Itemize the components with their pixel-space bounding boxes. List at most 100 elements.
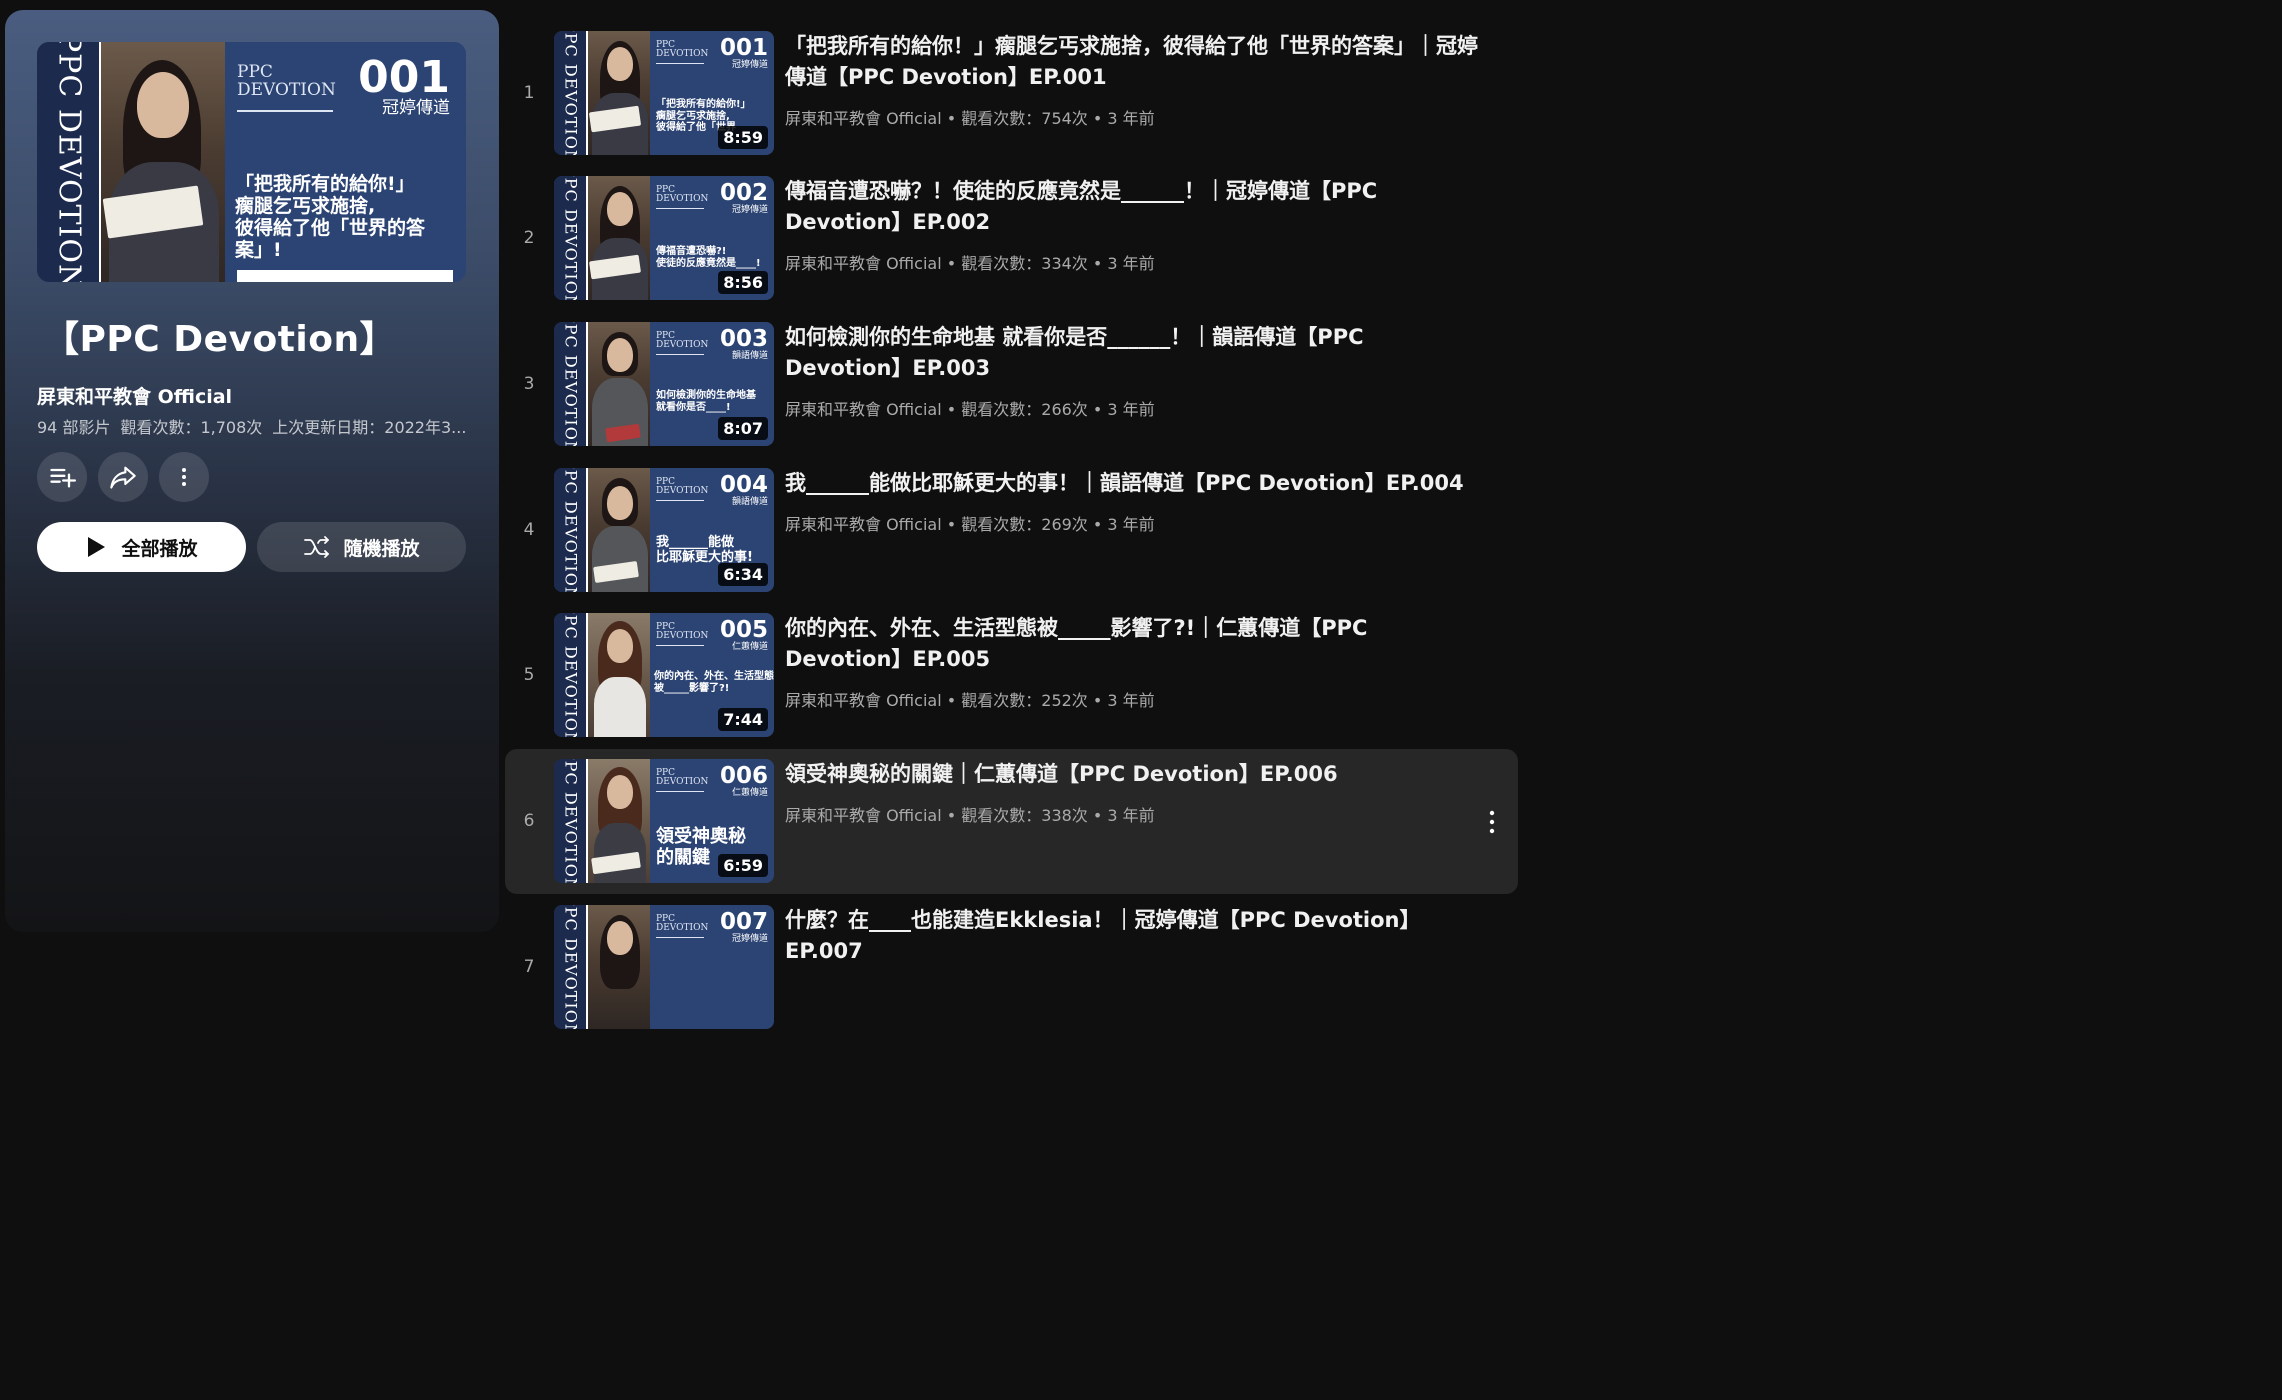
thumbnail-caption: 「把我所有的給你!」 瘸腿乞丐求施捨, 彼得給了他「世界的答案」!	[235, 173, 426, 261]
thumbnail-episode-number: 002	[719, 180, 768, 206]
video-title[interactable]: 你的內在、外在、生活型態被_____影響了?!｜仁蕙傳道【PPC Devotio…	[785, 613, 1485, 675]
video-stats: 觀看次數：338次 • 3 年前	[961, 806, 1155, 825]
save-playlist-button[interactable]	[37, 452, 87, 502]
video-duration: 8:56	[718, 271, 768, 294]
video-channel[interactable]: 屏東和平教會 Official	[785, 691, 942, 710]
thumbnail-stripe-text: PPC DEVOTION	[561, 759, 581, 883]
thumbnail-host-photo	[588, 31, 650, 155]
video-list-item[interactable]: 4 PPC DEVOTION PPC DEVOTION 004 韻語傳道 我__…	[505, 468, 1518, 613]
play-icon	[88, 537, 106, 557]
video-list-item[interactable]: 5 PPC DEVOTION PPC DEVOTION 005 仁蕙傳道 你的內…	[505, 613, 1518, 758]
thumbnail-side-stripe: PPC DEVOTION	[37, 42, 101, 282]
video-duration: 6:34	[718, 563, 768, 586]
thumbnail-episode-number: 003	[719, 326, 768, 352]
thumbnail-stripe-text: PPC DEVOTION	[561, 176, 581, 300]
playlist-thumbnail[interactable]: PPC DEVOTION PPC DEVOTION 001 冠婷傳道 「把我所有…	[37, 42, 466, 282]
play-all-label: 全部播放	[121, 537, 198, 560]
video-list-item-selected[interactable]: 6 PPC DEVOTION PPC DEVOTION 006 仁蕙傳道 領受神…	[505, 749, 1518, 894]
thumbnail-stripe-text: PPC DEVOTION	[561, 613, 581, 737]
play-all-button[interactable]: 全部播放	[37, 522, 246, 572]
thumbnail-episode-number: 001	[358, 52, 450, 103]
video-metadata: 屏東和平教會 Official • 觀看次數：754次 • 3 年前	[785, 109, 1155, 128]
thumbnail-episode-number: 005	[719, 617, 768, 643]
playlist-video-list: 1 PPC DEVOTION PPC DEVOTION 001 冠婷傳道 「把我…	[505, 0, 1568, 1029]
video-title[interactable]: 領受神奧秘的關鍵｜仁蕙傳道【PPC Devotion】EP.006	[785, 759, 1485, 790]
video-list-item[interactable]: 2 PPC DEVOTION PPC DEVOTION 002 冠婷傳道 傳福音…	[505, 176, 1518, 321]
video-channel[interactable]: 屏東和平教會 Official	[785, 109, 942, 128]
video-duration: 8:59	[718, 126, 768, 149]
thumbnail-host-photo	[588, 613, 650, 737]
playlist-video-count: 94 部影片	[37, 418, 111, 437]
video-index: 3	[523, 374, 535, 394]
thumbnail-host-photo	[588, 905, 650, 1029]
video-title[interactable]: 什麼？在____也能建造Ekklesia！｜冠婷傳道【PPC Devotion】…	[785, 905, 1485, 967]
thumbnail-caption: 傳福音遭恐嚇?! 使徒的反應竟然是____!	[656, 246, 761, 269]
video-thumbnail[interactable]: PPC DEVOTION PPC DEVOTION 007 冠婷傳道	[554, 905, 774, 1029]
more-vert-icon	[1489, 810, 1495, 834]
video-thumbnail[interactable]: PPC DEVOTION PPC DEVOTION 004 韻語傳道 我____…	[554, 468, 774, 592]
video-duration: 8:07	[718, 417, 768, 440]
video-thumbnail[interactable]: PPC DEVOTION PPC DEVOTION 001 冠婷傳道 「把我所有…	[554, 31, 774, 155]
video-title[interactable]: 如何檢測你的生命地基 就看你是否______！｜韻語傳道【PPC Devotio…	[785, 322, 1485, 384]
thumbnail-white-bar	[237, 270, 453, 282]
thumbnail-episode-number: 006	[719, 763, 768, 789]
shuffle-icon	[304, 536, 330, 558]
playlist-stats: 94 部影片 觀看次數：1,708次 上次更新日期：2022年3...	[37, 414, 467, 438]
thumbnail-host-name: 冠婷傳道	[382, 98, 450, 118]
video-index: 2	[523, 228, 535, 248]
video-index: 1	[523, 83, 535, 103]
thumbnail-host-photo	[588, 759, 650, 883]
video-list-item[interactable]: 3 PPC DEVOTION PPC DEVOTION 003 韻語傳道 如何檢…	[505, 322, 1518, 467]
video-stats: 觀看次數：334次 • 3 年前	[961, 254, 1155, 273]
playlist-header-panel: PPC DEVOTION PPC DEVOTION 001 冠婷傳道 「把我所有…	[5, 10, 499, 932]
thumbnail-episode-number: 004	[719, 472, 768, 498]
more-actions-button[interactable]	[159, 452, 209, 502]
video-metadata: 屏東和平教會 Official • 觀看次數：266次 • 3 年前	[785, 400, 1155, 419]
thumbnail-caption: 如何檢測你的生命地基 就看你是否____!	[656, 390, 756, 413]
thumbnail-stripe-text: PPC DEVOTION	[561, 905, 581, 1029]
share-icon	[110, 466, 136, 489]
thumbnail-caption: 我______能做 比耶穌更大的事!	[656, 535, 753, 565]
thumbnail-episode-number: 007	[719, 909, 768, 935]
video-list-item[interactable]: 1 PPC DEVOTION PPC DEVOTION 001 冠婷傳道 「把我…	[505, 31, 1518, 176]
thumbnail-host-photo	[588, 322, 650, 446]
video-metadata: 屏東和平教會 Official • 觀看次數：334次 • 3 年前	[785, 254, 1155, 273]
video-index: 7	[523, 957, 535, 977]
video-channel[interactable]: 屏東和平教會 Official	[785, 515, 942, 534]
video-index: 6	[523, 811, 535, 831]
thumbnail-stripe-text: PPC DEVOTION	[51, 42, 87, 282]
shuffle-button[interactable]: 隨機播放	[257, 522, 466, 572]
video-title[interactable]: 傳福音遭恐嚇？！使徒的反應竟然是______！｜冠婷傳道【PPC Devotio…	[785, 176, 1485, 238]
shuffle-label: 隨機播放	[343, 537, 420, 560]
thumbnail-stripe-text: PPC DEVOTION	[561, 31, 581, 155]
video-thumbnail[interactable]: PPC DEVOTION PPC DEVOTION 006 仁蕙傳道 領受神奧秘…	[554, 759, 774, 883]
add-to-queue-icon	[50, 468, 76, 488]
video-index: 4	[523, 520, 535, 540]
video-item-menu-button[interactable]	[1480, 807, 1504, 837]
video-channel[interactable]: 屏東和平教會 Official	[785, 806, 942, 825]
thumbnail-caption: 你的內在、外在、生活型態 被_____影響了?!	[654, 671, 774, 694]
video-channel[interactable]: 屏東和平教會 Official	[785, 400, 942, 419]
video-list-item[interactable]: 7 PPC DEVOTION PPC DEVOTION 007 冠婷傳道 什麼？…	[505, 905, 1518, 1050]
video-index: 5	[523, 665, 535, 685]
video-thumbnail[interactable]: PPC DEVOTION PPC DEVOTION 005 仁蕙傳道 你的內在、…	[554, 613, 774, 737]
video-stats: 觀看次數：252次 • 3 年前	[961, 691, 1155, 710]
thumbnail-stripe-text: PPC DEVOTION	[561, 468, 581, 592]
thumbnail-host-photo	[101, 42, 225, 282]
playlist-updated: 上次更新日期：2022年3...	[272, 418, 467, 437]
video-thumbnail[interactable]: PPC DEVOTION PPC DEVOTION 002 冠婷傳道 傳福音遭恐…	[554, 176, 774, 300]
video-stats: 觀看次數：269次 • 3 年前	[961, 515, 1155, 534]
playlist-channel-link[interactable]: 屏東和平教會 Official	[37, 382, 232, 409]
video-duration: 6:59	[718, 854, 768, 877]
video-channel[interactable]: 屏東和平教會 Official	[785, 254, 942, 273]
video-thumbnail[interactable]: PPC DEVOTION PPC DEVOTION 003 韻語傳道 如何檢測你…	[554, 322, 774, 446]
video-metadata: 屏東和平教會 Official • 觀看次數：252次 • 3 年前	[785, 691, 1155, 710]
video-title[interactable]: 「把我所有的給你！」瘸腿乞丐求施捨，彼得給了他「世界的答案」｜冠婷傳道【PPC …	[785, 31, 1485, 93]
thumbnail-brand-devotion: DEVOTION	[237, 80, 336, 100]
video-title[interactable]: 我______能做比耶穌更大的事！｜韻語傳道【PPC Devotion】EP.0…	[785, 468, 1515, 499]
video-metadata: 屏東和平教會 Official • 觀看次數：269次 • 3 年前	[785, 515, 1155, 534]
thumbnail-episode-number: 001	[719, 35, 768, 61]
share-button[interactable]	[98, 452, 148, 502]
video-stats: 觀看次數：754次 • 3 年前	[961, 109, 1155, 128]
video-stats: 觀看次數：266次 • 3 年前	[961, 400, 1155, 419]
